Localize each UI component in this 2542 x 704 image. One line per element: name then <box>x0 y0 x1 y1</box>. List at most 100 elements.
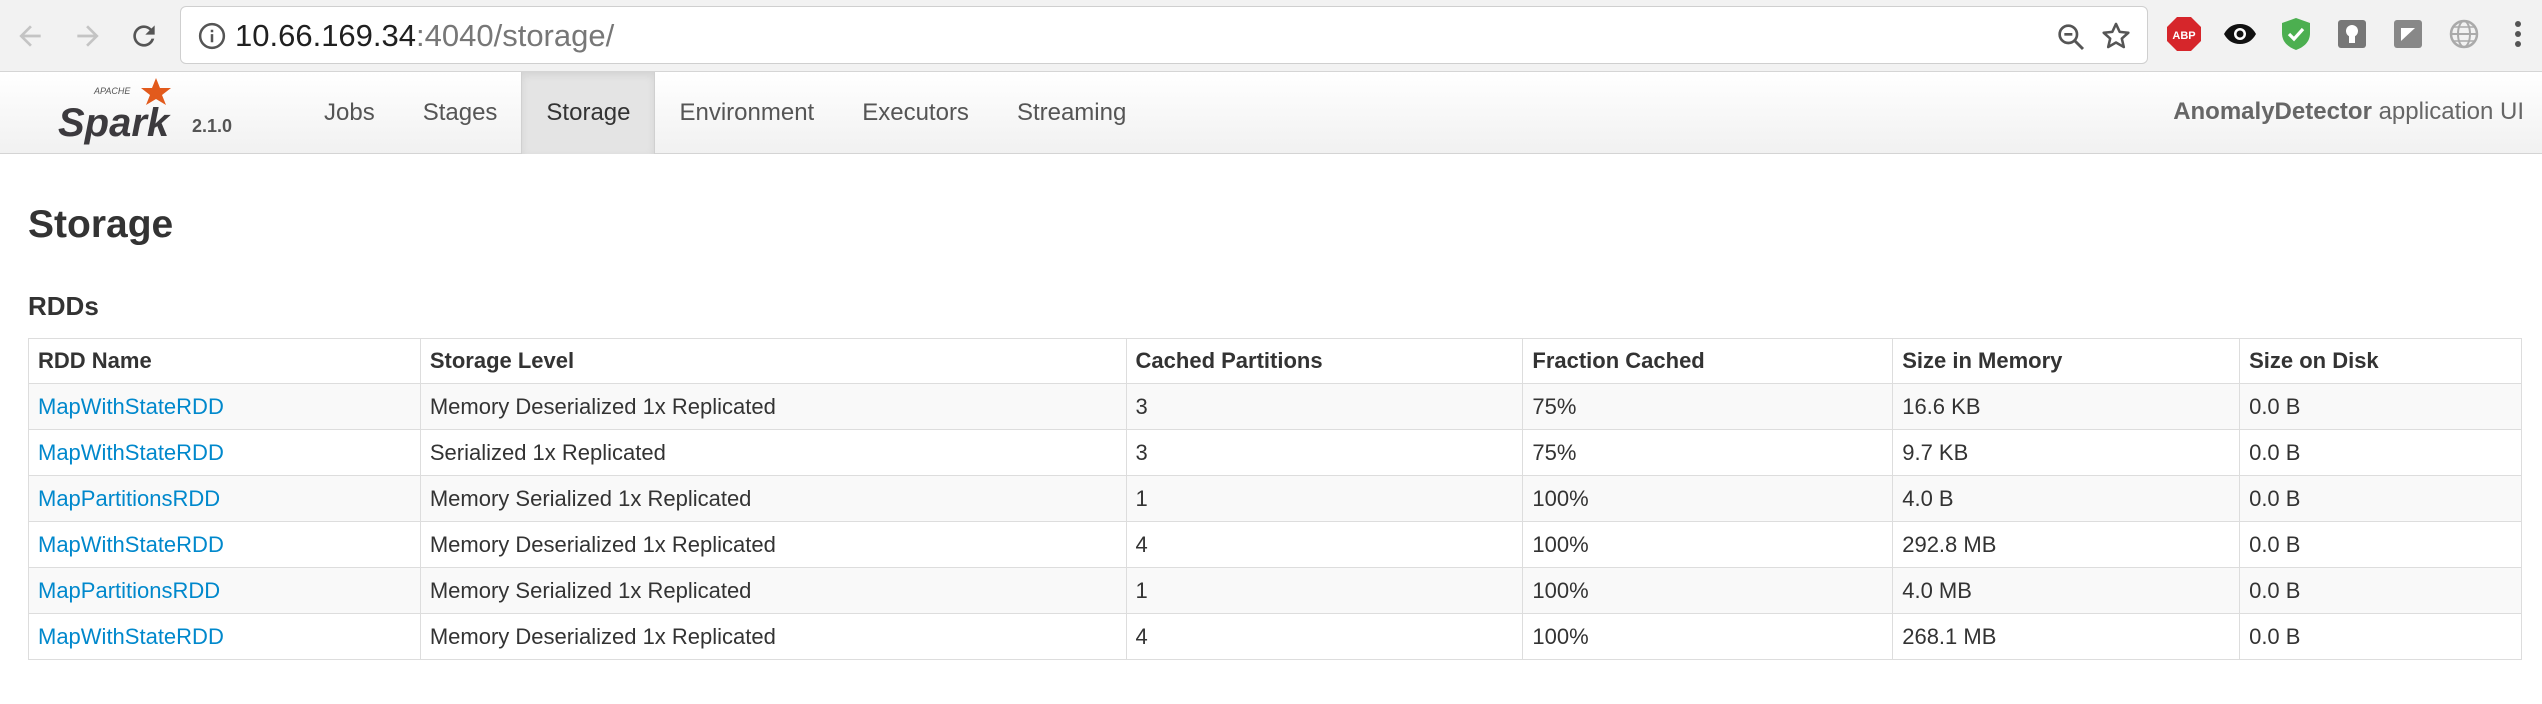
reload-button[interactable] <box>122 14 166 58</box>
size-in-memory: 4.0 B <box>1902 485 1954 511</box>
table-cell: 100% <box>1522 613 1894 660</box>
nav-tabs: Jobs Stages Storage Environment Executor… <box>300 72 1150 154</box>
table-cell: 4 <box>1125 613 1524 660</box>
table-row: MapWithStateRDD Memory Deserialized 1x Re… <box>28 521 2522 568</box>
bookmark-star-icon[interactable] <box>2099 19 2133 53</box>
tab-executors[interactable]: Executors <box>838 72 993 154</box>
cached-partitions: 1 <box>1135 485 1148 511</box>
globe-icon[interactable] <box>2446 16 2482 52</box>
back-button[interactable] <box>8 14 52 58</box>
address-bar[interactable]: 10.66.169.34:4040/storage/ <box>180 6 2148 64</box>
tab-jobs[interactable]: Jobs <box>300 72 399 154</box>
table-cell: 75% <box>1522 383 1894 430</box>
storage-level: Memory Deserialized 1x Replicated <box>429 623 776 649</box>
rdd-name-link[interactable]: MapWithStateRDD <box>38 624 224 649</box>
column-header-cached-partitions[interactable]: Cached Partitions <box>1125 338 1524 384</box>
tab-streaming[interactable]: Streaming <box>993 72 1150 154</box>
table-row: MapWithStateRDD Serialized 1x Replicated 3… <box>28 429 2522 476</box>
table-cell: MapWithStateRDD <box>28 429 421 476</box>
cached-partitions: 3 <box>1135 393 1148 419</box>
fraction-cached: 100% <box>1532 577 1589 603</box>
page-title: Storage <box>28 203 174 246</box>
table-cell: 0.0 B <box>2239 567 2522 614</box>
url-host: 10.66.169.34 <box>235 18 417 53</box>
adblock-plus-icon[interactable]: ABP <box>2166 16 2202 52</box>
table-cell: 0.0 B <box>2239 383 2522 430</box>
reload-icon <box>133 25 155 47</box>
cached-partitions: 1 <box>1135 577 1148 603</box>
table-cell: 9.7 KB <box>1892 429 2241 476</box>
column-header-size-in-memory[interactable]: Size in Memory <box>1892 338 2241 384</box>
tab-storage[interactable]: Storage <box>521 72 656 154</box>
table-cell: 75% <box>1522 429 1894 476</box>
table-cell: 292.8 MB <box>1892 521 2241 568</box>
spark-navbar: APACHE Spark 2.1.0 Jobs Stages Storage E… <box>0 72 2542 154</box>
fraction-cached: 75% <box>1532 393 1577 419</box>
storage-level: Memory Serialized 1x Replicated <box>429 485 752 511</box>
browser-toolbar: 10.66.169.34:4040/storage/ ABP <box>0 0 2542 72</box>
table-cell: 100% <box>1522 567 1894 614</box>
rdd-name-link[interactable]: MapPartitionsRDD <box>38 578 220 603</box>
table-cell: MapPartitionsRDD <box>28 567 421 614</box>
tab-stages[interactable]: Stages <box>399 72 522 154</box>
table-cell: 100% <box>1522 475 1894 522</box>
square-note-icon[interactable] <box>2390 16 2426 52</box>
rdd-name-link[interactable]: MapWithStateRDD <box>38 394 224 419</box>
forward-button[interactable] <box>66 14 110 58</box>
rdd-table-body: MapWithStateRDD Memory Deserialized 1x Re… <box>28 383 2522 660</box>
app-name: AnomalyDetector <box>2173 98 2372 125</box>
table-cell: 3 <box>1125 429 1524 476</box>
fraction-cached: 100% <box>1532 485 1589 511</box>
lightbulb-icon[interactable] <box>2334 16 2370 52</box>
column-header-size-on-disk[interactable]: Size on Disk <box>2239 338 2522 384</box>
fraction-cached: 100% <box>1532 623 1589 649</box>
storage-level: Memory Deserialized 1x Replicated <box>429 393 776 419</box>
table-cell: Memory Serialized 1x Replicated <box>419 475 1127 522</box>
info-icon[interactable] <box>197 21 227 51</box>
table-cell: 16.6 KB <box>1892 383 2241 430</box>
column-header-fraction-cached[interactable]: Fraction Cached <box>1522 338 1894 384</box>
rdd-name-link[interactable]: MapPartitionsRDD <box>38 486 220 511</box>
logo-apache-text: APACHE <box>93 86 131 96</box>
table-cell: 268.1 MB <box>1892 613 2241 660</box>
spark-logo[interactable]: APACHE Spark <box>56 74 196 152</box>
size-on-disk: 0.0 B <box>2249 623 2301 649</box>
column-header-rdd-name[interactable]: RDD Name <box>28 338 421 384</box>
table-cell: Memory Serialized 1x Replicated <box>419 567 1127 614</box>
table-cell: 4.0 MB <box>1892 567 2241 614</box>
url-text[interactable]: 10.66.169.34:4040/storage/ <box>235 20 614 52</box>
table-row: MapWithStateRDD Memory Deserialized 1x Re… <box>28 383 2522 430</box>
rdd-name-link[interactable]: MapWithStateRDD <box>38 532 224 557</box>
rdd-name-link[interactable]: MapWithStateRDD <box>38 440 224 465</box>
storage-level: Memory Serialized 1x Replicated <box>429 577 752 603</box>
size-in-memory: 292.8 MB <box>1902 531 1997 557</box>
table-cell: 4 <box>1125 521 1524 568</box>
table-cell: 0.0 B <box>2239 613 2522 660</box>
table-cell: Serialized 1x Replicated <box>419 429 1127 476</box>
shield-check-icon[interactable] <box>2278 16 2314 52</box>
size-on-disk: 0.0 B <box>2249 531 2301 557</box>
table-cell: MapWithStateRDD <box>28 613 421 660</box>
size-in-memory: 16.6 KB <box>1902 393 1981 419</box>
table-cell: 0.0 B <box>2239 429 2522 476</box>
tab-environment[interactable]: Environment <box>655 72 838 154</box>
size-in-memory: 4.0 MB <box>1902 577 1972 603</box>
table-row: MapWithStateRDD Memory Deserialized 1x Re… <box>28 613 2522 660</box>
table-row: MapPartitionsRDD Memory Serialized 1x Rep… <box>28 567 2522 614</box>
svg-text:ABP: ABP <box>2172 30 2195 42</box>
logo-spark-text: Spark <box>58 101 171 145</box>
table-row: MapPartitionsRDD Memory Serialized 1x Rep… <box>28 475 2522 522</box>
spark-version: 2.1.0 <box>192 116 233 136</box>
section-title-rdds: RDDs <box>28 291 99 321</box>
table-cell: 1 <box>1125 567 1524 614</box>
eye-icon[interactable] <box>2222 16 2258 52</box>
table-cell: 0.0 B <box>2239 475 2522 522</box>
table-header-row: RDD Name Storage Level Cached Partitions… <box>28 338 2522 384</box>
size-on-disk: 0.0 B <box>2249 393 2301 419</box>
browser-menu-button[interactable] <box>2500 16 2536 52</box>
zoom-out-icon[interactable] <box>2055 21 2087 53</box>
column-header-storage-level[interactable]: Storage Level <box>419 338 1127 384</box>
cached-partitions: 3 <box>1135 439 1148 465</box>
cached-partitions: 4 <box>1135 623 1148 649</box>
table-cell: 1 <box>1125 475 1524 522</box>
